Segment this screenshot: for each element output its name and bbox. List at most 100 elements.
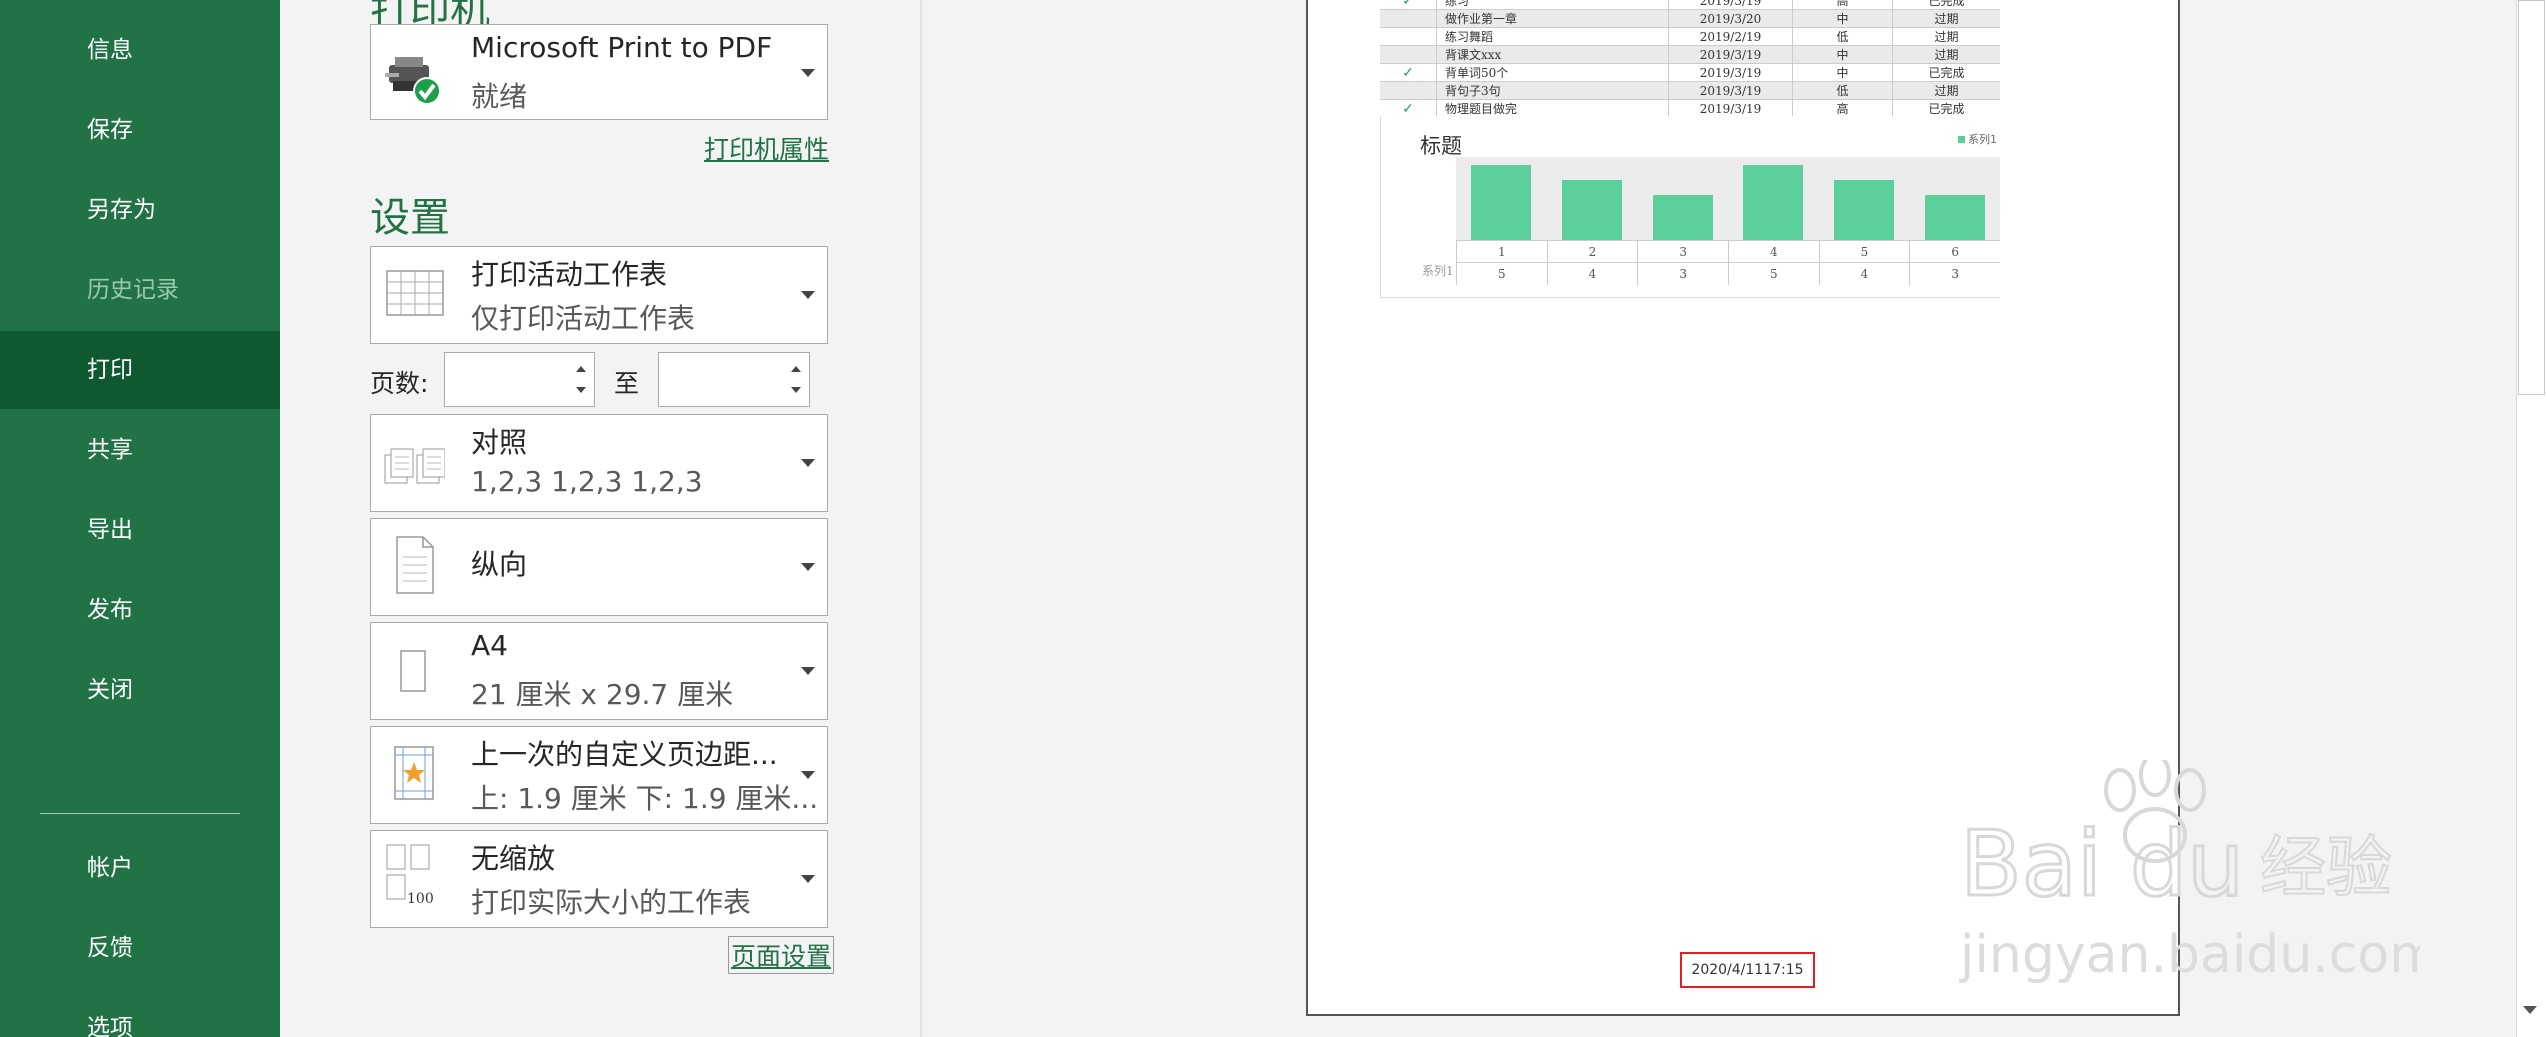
scaling-dropdown[interactable]: 100 无缩放 打印实际大小的工作表 (370, 830, 828, 928)
nav-info[interactable]: 信息 (0, 11, 280, 89)
table-cell-check (1380, 46, 1436, 64)
table-cell-task: 练习舞蹈 (1436, 28, 1668, 46)
paper-size-icon (400, 650, 426, 692)
table-row: ✓ 背单词50个 2019/3/19 中已完成 (1380, 64, 2000, 82)
scroll-down-icon[interactable] (2523, 1006, 2537, 1014)
nav-feedback[interactable]: 反馈 (0, 909, 280, 987)
chart-data-table-row: 543543 (1456, 262, 2000, 285)
watermark-url: jingyan.baidu.com (1959, 925, 2420, 985)
chart-data-table-label: 系列1 (1422, 264, 1454, 278)
chart-title: 标题 (1420, 134, 1462, 158)
nav-history[interactable]: 历史记录 (0, 251, 280, 329)
baidu-jingyan-watermark: Bai du 经验 jingyan.baidu.com (1959, 760, 2420, 985)
watermark-cn: 经验 (2260, 829, 2392, 906)
collate-subtitle: 1,2,3 1,2,3 1,2,3 (471, 465, 703, 498)
nav-print[interactable]: 打印 (0, 331, 280, 409)
table-cell-status: 已完成 (1892, 64, 2000, 82)
scaling-subtitle: 打印实际大小的工作表 (471, 886, 752, 919)
nav-account[interactable]: 帐户 (0, 829, 280, 907)
table-cell-check (1380, 82, 1436, 100)
chart-data-label: 4 (1546, 263, 1638, 285)
paper-size-dropdown[interactable]: A4 21 厘米 x 29.7 厘米 (370, 622, 828, 720)
page-setup-link[interactable]: 页面设置 (728, 936, 835, 974)
table-cell-check (1380, 28, 1436, 46)
worksheet-grid-icon (386, 270, 444, 316)
table-cell-status: 过期 (1892, 82, 2000, 100)
nav-save[interactable]: 保存 (0, 91, 280, 169)
margins-title: 上一次的自定义页边距... (471, 738, 778, 771)
pages-to-input[interactable] (658, 352, 810, 407)
table-cell-priority: 低 (1792, 82, 1892, 100)
chart-data-label: 4 (1818, 263, 1910, 285)
scrollbar-thumb[interactable] (2518, 0, 2545, 395)
chart-bar (1834, 179, 1894, 240)
table-cell-status: 过期 (1892, 46, 2000, 64)
print-what-subtitle: 仅打印活动工作表 (471, 302, 696, 335)
nav-save-as[interactable]: 另存为 (0, 171, 280, 249)
print-what-title: 打印活动工作表 (471, 258, 668, 291)
spin-down-icon[interactable] (576, 387, 586, 393)
table-cell-task: 背句子3句 (1436, 82, 1668, 100)
legend-swatch (1958, 136, 1965, 143)
nav-options[interactable]: 选项 (0, 989, 280, 1037)
watermark-brand: Bai (1960, 812, 2102, 917)
pages-from-input[interactable] (444, 352, 595, 407)
chevron-down-icon (801, 667, 815, 675)
table-cell-date: 2019/3/20 (1668, 10, 1792, 28)
chart-bar (1471, 164, 1532, 240)
pages-to-label: 至 (614, 369, 640, 398)
table-row: 背句子3句 2019/3/19 低过期 (1380, 82, 2000, 100)
chevron-down-icon (801, 291, 815, 299)
chart-category-label: 2 (1546, 241, 1638, 263)
collate-pages-icon (384, 448, 445, 484)
table-cell-check: ✓ (1402, 0, 1414, 9)
nav-export[interactable]: 导出 (0, 491, 280, 569)
chevron-down-icon (801, 875, 815, 883)
backstage-sidebar: 信息 保存 另存为 历史记录 打印 共享 导出 发布 关闭 帐户 反馈 选项 (0, 0, 280, 1037)
chart-bar (1924, 194, 1985, 240)
chart-category-row: 123456 (1456, 240, 2000, 263)
spin-up-icon[interactable] (576, 366, 586, 372)
table-row: 背课文xxx 2019/3/19 中过期 (1380, 46, 2000, 64)
settings-section-title: 设置 (370, 195, 450, 241)
chart-category-label: 3 (1637, 241, 1728, 263)
collate-title: 对照 (471, 426, 528, 459)
nav-share[interactable]: 共享 (0, 411, 280, 489)
sidebar-divider (40, 813, 240, 814)
spin-down-icon[interactable] (791, 387, 801, 393)
nav-close[interactable]: 关闭 (0, 651, 280, 729)
scaling-icon-text: 100 (407, 891, 434, 907)
table-cell-check (1380, 10, 1436, 28)
chart-data-label: 3 (1909, 263, 2000, 285)
print-what-dropdown[interactable]: 打印活动工作表 仅打印活动工作表 (370, 246, 828, 344)
chevron-down-icon (801, 563, 815, 571)
table-cell-date: 2019/2/19 (1668, 28, 1792, 46)
chevron-down-icon (801, 459, 815, 467)
printer-status: 就绪 (471, 80, 528, 113)
table-cell-status: 已完成 (1892, 0, 2000, 10)
table-cell-priority: 低 (1792, 28, 1892, 46)
nav-publish[interactable]: 发布 (0, 571, 280, 649)
collate-dropdown[interactable]: 对照 1,2,3 1,2,3 1,2,3 (370, 414, 828, 512)
chart-category-label: 6 (1909, 241, 2000, 263)
custom-margins-icon (394, 746, 434, 800)
chart-category-label: 5 (1818, 241, 1910, 263)
table-cell-task: 背单词50个 (1436, 64, 1668, 82)
chevron-down-icon (801, 69, 815, 77)
chart-category-label: 4 (1728, 241, 1819, 263)
margins-dropdown[interactable]: 上一次的自定义页边距... 上: 1.9 厘米 下: 1.9 厘米... (370, 726, 828, 824)
portrait-page-icon (396, 536, 434, 594)
table-cell-task: 练习 (1436, 0, 1668, 10)
printer-dropdown[interactable]: Microsoft Print to PDF 就绪 (370, 24, 828, 120)
chart-plot-area (1456, 157, 2000, 240)
orientation-dropdown[interactable]: 纵向 (370, 518, 828, 616)
table-cell-status: 过期 (1892, 10, 2000, 28)
scaling-title: 无缩放 (471, 842, 556, 875)
table-cell-priority: 中 (1792, 64, 1892, 82)
chart-data-label: 5 (1456, 263, 1547, 285)
printer-properties-link[interactable]: 打印机属性 (704, 130, 829, 166)
spin-up-icon[interactable] (791, 366, 801, 372)
table-row: ✓ 练习 2019/3/19 高已完成 (1380, 0, 2000, 10)
watermark-brand2: du (2130, 812, 2244, 917)
paper-size-subtitle: 21 厘米 x 29.7 厘米 (471, 678, 734, 711)
